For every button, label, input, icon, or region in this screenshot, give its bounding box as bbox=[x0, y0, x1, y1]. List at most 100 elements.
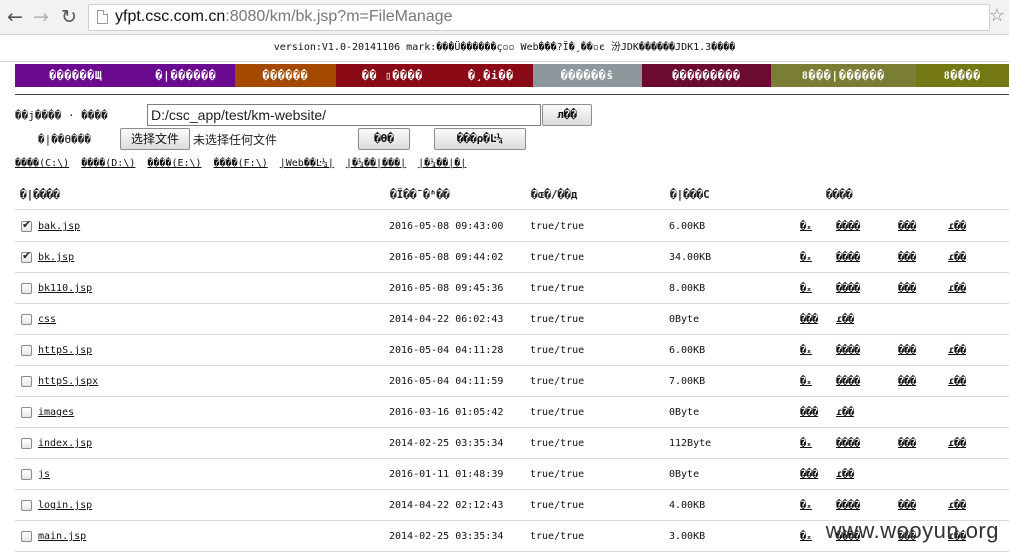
read-write-status: true/true bbox=[530, 469, 585, 480]
drive-link[interactable]: |Web��Ŀ¼| bbox=[280, 158, 334, 169]
row-checkbox[interactable] bbox=[21, 345, 32, 356]
edit-link[interactable]: �ₓ bbox=[800, 531, 812, 542]
copy-link[interactable]: ���� bbox=[836, 438, 860, 449]
reload-icon[interactable]: ↻ bbox=[58, 6, 80, 28]
row-checkbox[interactable] bbox=[21, 531, 32, 542]
edit-link[interactable]: �ₓ bbox=[800, 345, 812, 356]
modified-time: 2016-05-08 09:43:00 bbox=[389, 221, 504, 232]
menu-item[interactable]: �|������ bbox=[137, 64, 235, 87]
row-checkbox[interactable] bbox=[21, 376, 32, 387]
divider bbox=[15, 94, 1009, 95]
modified-time: 2016-05-04 04:11:59 bbox=[389, 376, 504, 387]
file-name-link[interactable]: images bbox=[38, 407, 74, 418]
no-file-text: 未选择任何文件 bbox=[193, 133, 278, 147]
drive-link[interactable]: ����(E:\) bbox=[147, 158, 201, 169]
upload-button[interactable]: �ϴ� bbox=[358, 128, 410, 150]
file-name-link[interactable]: main.jsp bbox=[38, 531, 86, 542]
delete-link[interactable]: ɾ�� bbox=[836, 407, 854, 418]
move-link[interactable]: ��� bbox=[898, 345, 916, 356]
choose-file-button[interactable]: 选择文件 bbox=[120, 128, 190, 150]
edit-link[interactable]: �ₓ bbox=[800, 376, 812, 387]
file-size: 0Byte bbox=[669, 314, 700, 325]
col-header-mtime: �Ϊ��¯�ʱ�� bbox=[390, 188, 450, 201]
menu-item[interactable]: ������ bbox=[235, 64, 336, 87]
delete-link[interactable]: ɾ�� bbox=[836, 314, 854, 325]
file-name-link[interactable]: httpS.jspx bbox=[38, 376, 98, 387]
drive-link[interactable]: ����(D:\) bbox=[81, 158, 135, 169]
edit-link[interactable]: �ₓ bbox=[800, 252, 812, 263]
delete-link[interactable]: ɾ�� bbox=[948, 438, 966, 449]
drive-link[interactable]: ����(F:\) bbox=[214, 158, 268, 169]
version-line: version:V1.0-20141106 mark:���Ü������ç▫▫… bbox=[0, 35, 1009, 61]
delete-link[interactable]: ɾ�� bbox=[948, 500, 966, 511]
move-link[interactable]: ��� bbox=[800, 469, 818, 480]
bookmark-star-icon[interactable]: ☆ bbox=[989, 5, 1005, 26]
modified-time: 2014-02-25 03:35:34 bbox=[389, 438, 504, 449]
row-checkbox[interactable] bbox=[21, 469, 32, 480]
file-size: 6.00KB bbox=[669, 345, 706, 356]
copy-link[interactable]: ���� bbox=[836, 221, 860, 232]
menu-item[interactable]: ȣ���|������ bbox=[771, 64, 916, 87]
back-icon[interactable]: ← bbox=[4, 6, 26, 28]
path-input[interactable]: D:/csc_app/test/km-website/ bbox=[147, 104, 541, 126]
move-link[interactable]: ��� bbox=[898, 438, 916, 449]
row-checkbox[interactable] bbox=[21, 407, 32, 418]
row-checkbox[interactable] bbox=[21, 314, 32, 325]
move-link[interactable]: ��� bbox=[800, 314, 818, 325]
drive-link[interactable]: |�¼��|�| bbox=[418, 158, 466, 169]
menu-item[interactable]: ������Щ bbox=[15, 64, 137, 87]
file-size: 3.00KB bbox=[669, 531, 706, 542]
move-link[interactable]: ��� bbox=[800, 407, 818, 418]
file-name-link[interactable]: js bbox=[38, 469, 50, 480]
drive-link[interactable]: ����(C:\) bbox=[15, 158, 69, 169]
table-row: httpS.jspx 2016-05-04 04:11:59 true/true 7.… bbox=[15, 366, 1009, 397]
delete-link[interactable]: ɾ�� bbox=[948, 283, 966, 294]
move-link[interactable]: ��� bbox=[898, 376, 916, 387]
delete-link[interactable]: ɾ�� bbox=[948, 345, 966, 356]
file-name-link[interactable]: login.jsp bbox=[38, 500, 92, 511]
move-link[interactable]: ��� bbox=[898, 500, 916, 511]
file-size: 8.00KB bbox=[669, 283, 706, 294]
menu-item[interactable]: ������ŝ bbox=[533, 64, 642, 87]
move-link[interactable]: ��� bbox=[898, 252, 916, 263]
edit-link[interactable]: �ₓ bbox=[800, 438, 812, 449]
delete-link[interactable]: ɾ�� bbox=[948, 252, 966, 263]
forward-icon[interactable]: → bbox=[30, 6, 52, 28]
table-row: httpS.jsp 2016-05-04 04:11:28 true/true 6.0… bbox=[15, 335, 1009, 366]
table-row: login.jsp 2014-04-22 02:12:43 true/true 4.0… bbox=[15, 490, 1009, 521]
copy-link[interactable]: ���� bbox=[836, 283, 860, 294]
row-checkbox[interactable] bbox=[21, 249, 32, 263]
go-button[interactable]: л�� bbox=[542, 104, 592, 126]
move-link[interactable]: ��� bbox=[898, 283, 916, 294]
file-name-link[interactable]: bk110.jsp bbox=[38, 283, 92, 294]
delete-link[interactable]: ɾ�� bbox=[948, 376, 966, 387]
file-size: 0Byte bbox=[669, 469, 700, 480]
file-name-link[interactable]: css bbox=[38, 314, 56, 325]
edit-link[interactable]: �ₓ bbox=[800, 500, 812, 511]
menu-item[interactable]: �� ▯���� bbox=[336, 64, 449, 87]
file-name-link[interactable]: httpS.jsp bbox=[38, 345, 92, 356]
row-checkbox[interactable] bbox=[21, 218, 32, 232]
copy-link[interactable]: ���� bbox=[836, 500, 860, 511]
row-checkbox[interactable] bbox=[21, 438, 32, 449]
file-name-link[interactable]: bak.jsp bbox=[38, 221, 80, 232]
copy-link[interactable]: ���� bbox=[836, 345, 860, 356]
row-checkbox[interactable] bbox=[21, 500, 32, 511]
menu-item[interactable]: �¸�i�� bbox=[449, 64, 533, 87]
modified-time: 2016-03-16 01:05:42 bbox=[389, 407, 504, 418]
edit-link[interactable]: �ₓ bbox=[800, 283, 812, 294]
copy-link[interactable]: ���� bbox=[836, 376, 860, 387]
copy-link[interactable]: ���� bbox=[836, 252, 860, 263]
new-directory-button[interactable]: ���ρ�Ŀ¼ bbox=[434, 128, 526, 150]
delete-link[interactable]: ɾ�� bbox=[948, 221, 966, 232]
file-name-link[interactable]: index.jsp bbox=[38, 438, 92, 449]
move-link[interactable]: ��� bbox=[898, 221, 916, 232]
delete-link[interactable]: ɾ�� bbox=[836, 469, 854, 480]
menu-item[interactable]: ��������� bbox=[642, 64, 771, 87]
menu-item[interactable]: ȣ�̄��� bbox=[916, 64, 1009, 87]
file-name-link[interactable]: bk.jsp bbox=[38, 252, 74, 263]
drive-link[interactable]: |�¼��|���| bbox=[346, 158, 406, 169]
edit-link[interactable]: �ₓ bbox=[800, 221, 812, 232]
address-bar[interactable]: yfpt.csc.com.cn:8080/km/bk.jsp?m=FileMan… bbox=[88, 4, 1005, 31]
row-checkbox[interactable] bbox=[21, 283, 32, 294]
